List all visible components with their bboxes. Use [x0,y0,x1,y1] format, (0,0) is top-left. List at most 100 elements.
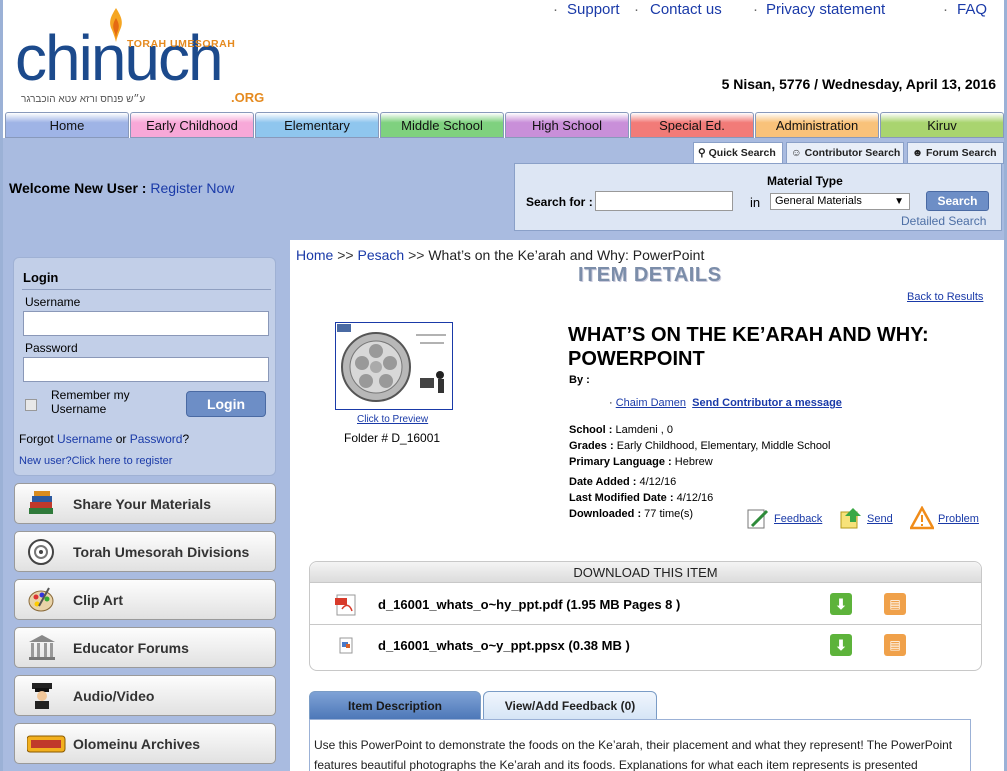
description-tabs: Item Description View/Add Feedback (0) [309,691,973,721]
item-thumbnail[interactable] [335,322,453,410]
open-icon[interactable]: ▤ [884,634,906,656]
pdf-icon [335,594,356,616]
language-row: Primary Language : Hebrew [569,456,713,468]
page-title: ITEM DETAILS [578,264,722,286]
chinuch-logo[interactable]: chinuch TORAH UMESORAH .ORG ע״ש פנחס ורז… [15,8,270,108]
description-panel: Use this PowerPoint to demonstrate the f… [309,719,971,771]
nav-middle-school[interactable]: Middle School [380,112,504,138]
group-icon: ☻ [912,147,924,159]
nav-kiruv[interactable]: Kiruv [880,112,1004,138]
search-tabs: ⚲ Quick Search ☺ Contributor Search ☻ Fo… [693,142,1005,164]
item-title: WHAT’S ON THE KE’ARAH AND WHY: POWERPOIN… [568,324,929,370]
main-content: Home >> Pesach >> What’s on the Ke’arah … [293,240,1004,771]
privacy-link[interactable]: Privacy statement [766,1,885,18]
ppsx-icon [339,637,353,654]
welcome-message: Welcome New User : Register Now [9,180,234,196]
nav-home[interactable]: Home [5,112,129,138]
support-link[interactable]: Support [567,1,620,18]
login-panel: Login Username Password Remember my User… [13,257,276,476]
torah-umesorah-divisions-button[interactable]: Torah Umesorah Divisions [14,531,276,572]
tab-forum-search[interactable]: ☻ Forum Search [907,142,1004,164]
breadcrumb-pesach[interactable]: Pesach [358,247,405,263]
tab-item-description[interactable]: Item Description [309,691,481,720]
material-type-select[interactable]: General Materials ▼ [770,193,910,210]
pencil-icon [747,509,769,529]
search-button[interactable]: Search [926,191,989,211]
breadcrumb: Home >> Pesach >> What’s on the Ke’arah … [296,247,705,263]
username-field[interactable] [23,311,269,336]
nav-high-school[interactable]: High School [505,112,629,138]
tab-view-add-feedback[interactable]: View/Add Feedback (0) [483,691,657,720]
breadcrumb-home[interactable]: Home [296,247,333,263]
forgot-credentials: Forgot Username or Password? [19,432,190,446]
login-button[interactable]: Login [186,391,266,417]
forgot-password-link[interactable]: Password [130,432,183,446]
download-panel: DOWNLOAD THIS ITEM d_16001_whats_o~hy_pp… [309,561,982,671]
palette-icon [28,587,54,612]
nav-early-childhood[interactable]: Early Childhood [130,112,254,138]
download-icon[interactable]: ⬇ [830,634,852,656]
contributor-line: · Chaim Damen Send Contributor a message [609,397,842,409]
send-arrow-icon [840,508,861,529]
nav-administration[interactable]: Administration [755,112,879,138]
search-input[interactable] [595,191,733,211]
left-sidebar: Login Username Password Remember my User… [3,240,290,771]
divisions-icon [28,539,54,565]
forgot-username-link[interactable]: Username [57,432,112,446]
divider [310,624,981,625]
new-user-link[interactable]: New user?Click here to register [19,455,172,467]
logo-wordmark: chinuch [15,22,224,94]
register-link[interactable]: Register Now [150,180,234,196]
faq-link[interactable]: FAQ [957,1,987,18]
tab-contributor-search[interactable]: ☺ Contributor Search [786,142,904,164]
send-action[interactable]: Send [839,506,893,530]
logo-org: .ORG [231,90,265,105]
detailed-search-link[interactable]: Detailed Search [901,214,986,228]
download-row: d_16001_whats_o~y_ppt.ppsx (0.38 MB ) ⬇ … [310,626,981,666]
audio-video-button[interactable]: Audio/Video [14,675,276,716]
in-label: in [750,195,761,210]
remember-checkbox[interactable] [25,399,37,411]
problem-action[interactable]: Problem [908,505,979,530]
chevron-down-icon: ▼ [894,196,904,207]
school-row: School : Lamdeni , 0 [569,424,673,436]
columns-icon [29,635,55,660]
description-text: Use this PowerPoint to demonstrate the f… [314,738,953,771]
contributor-link[interactable]: Chaim Damen [616,397,686,409]
person-icon: ☺ [791,147,802,159]
olomeinu-archives-button[interactable]: Olomeinu Archives [14,723,276,764]
material-type-label: Material Type [767,174,843,188]
seder-plate-image [337,324,446,402]
educator-forums-button[interactable]: Educator Forums [14,627,276,668]
file-name[interactable]: d_16001_whats_o~y_ppt.ppsx (0.38 MB ) [378,638,630,653]
warning-icon [908,505,936,530]
back-to-results-link[interactable]: Back to Results [907,291,983,303]
by-label: By : [569,374,590,386]
top-links: · Support · Contact us · Privacy stateme… [553,1,988,18]
clip-art-button[interactable]: Clip Art [14,579,276,620]
file-name[interactable]: d_16001_whats_o~hy_ppt.pdf (1.95 MB Page… [378,597,680,612]
login-title: Login [23,270,59,285]
audio-video-icon [32,683,52,709]
tab-quick-search[interactable]: ⚲ Quick Search [693,142,783,164]
modified-row: Last Modified Date : 4/12/16 [569,492,714,504]
click-to-preview-link[interactable]: Click to Preview [357,414,428,425]
feedback-action[interactable]: Feedback [746,506,822,530]
books-icon [29,491,53,514]
quick-search-panel: Material Type Search for : in General Ma… [514,163,1002,231]
password-field[interactable] [23,357,269,382]
share-materials-button[interactable]: Share Your Materials [14,483,276,524]
nav-elementary[interactable]: Elementary [255,112,379,138]
grades-row: Grades : Early Childhood, Elementary, Mi… [569,440,831,452]
welcome-band: Welcome New User : Register Now ⚲ Quick … [3,138,1004,240]
remember-label: Remember my Username [51,388,130,416]
open-icon[interactable]: ▤ [884,593,906,615]
contact-link[interactable]: Contact us [650,1,722,18]
send-message-link[interactable]: Send Contributor a message [692,397,842,409]
date-added-row: Date Added : 4/12/16 [569,476,677,488]
olomeinu-icon [27,735,66,753]
download-icon[interactable]: ⬇ [830,593,852,615]
download-row: d_16001_whats_o~hy_ppt.pdf (1.95 MB Page… [310,585,981,625]
nav-special-ed[interactable]: Special Ed. [630,112,754,138]
search-for-label: Search for : [526,195,593,209]
